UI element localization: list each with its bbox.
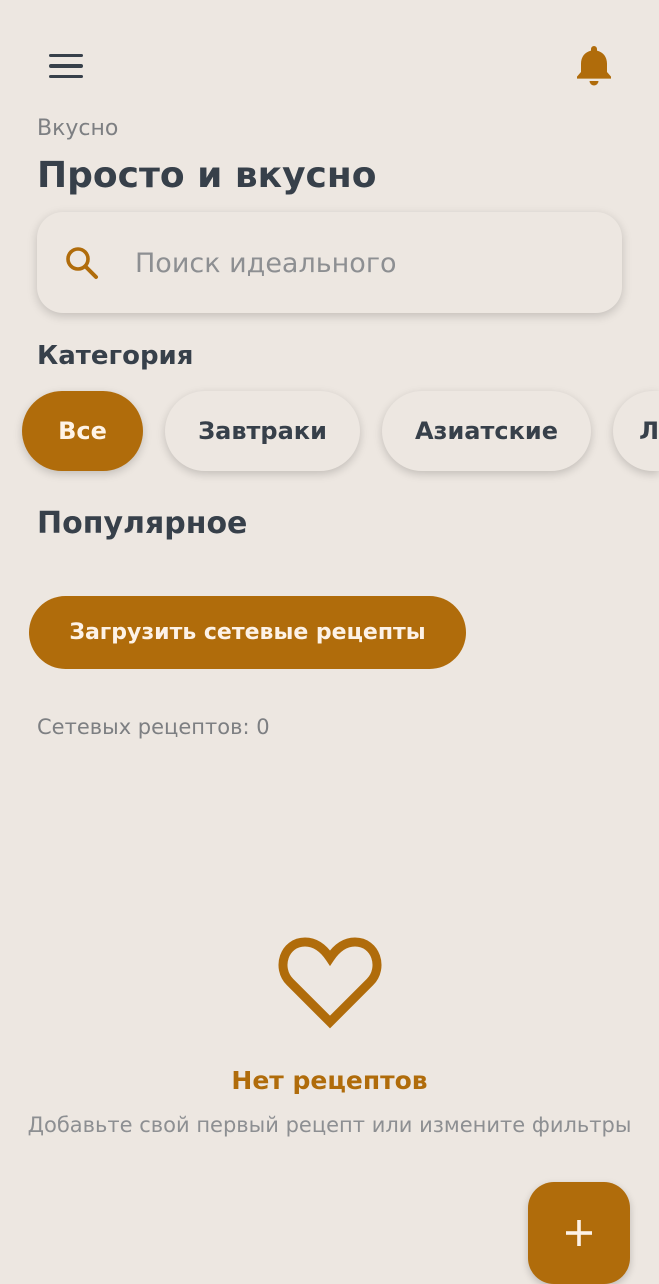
- chip-partial[interactable]: Л: [613, 391, 659, 471]
- bell-icon: [577, 46, 611, 86]
- app-subtitle: Вкусно: [37, 116, 119, 141]
- chip-label: Все: [58, 417, 107, 445]
- chip-label: Л: [639, 417, 659, 445]
- chip-label: Завтраки: [198, 417, 327, 445]
- empty-state-message: Добавьте свой первый рецепт или измените…: [27, 1113, 632, 1137]
- search-input[interactable]: [133, 238, 597, 288]
- hamburger-menu-icon: [49, 53, 83, 58]
- network-recipes-count: Сетевых рецептов: 0: [37, 715, 270, 739]
- category-heading: Категория: [37, 341, 194, 371]
- page-title: Просто и вкусно: [37, 155, 377, 196]
- hamburger-line: [49, 74, 83, 79]
- search-icon: [66, 247, 98, 279]
- menu-button[interactable]: [40, 40, 92, 92]
- hamburger-line: [49, 64, 83, 68]
- search-bar[interactable]: [37, 212, 622, 313]
- chip-breakfast[interactable]: Завтраки: [165, 391, 360, 471]
- add-recipe-button[interactable]: [528, 1182, 630, 1284]
- heart-outline-icon: [278, 934, 382, 1034]
- load-network-recipes-button[interactable]: Загрузить сетевые рецепты: [29, 596, 466, 669]
- chip-label: Азиатские: [414, 417, 559, 445]
- plus-icon: [566, 1220, 592, 1246]
- notifications-button[interactable]: [566, 38, 622, 94]
- chip-asian[interactable]: Азиатские: [382, 391, 591, 471]
- chip-all[interactable]: Все: [22, 391, 143, 471]
- empty-state-title: Нет рецептов: [231, 1066, 428, 1095]
- popular-heading: Популярное: [37, 506, 248, 541]
